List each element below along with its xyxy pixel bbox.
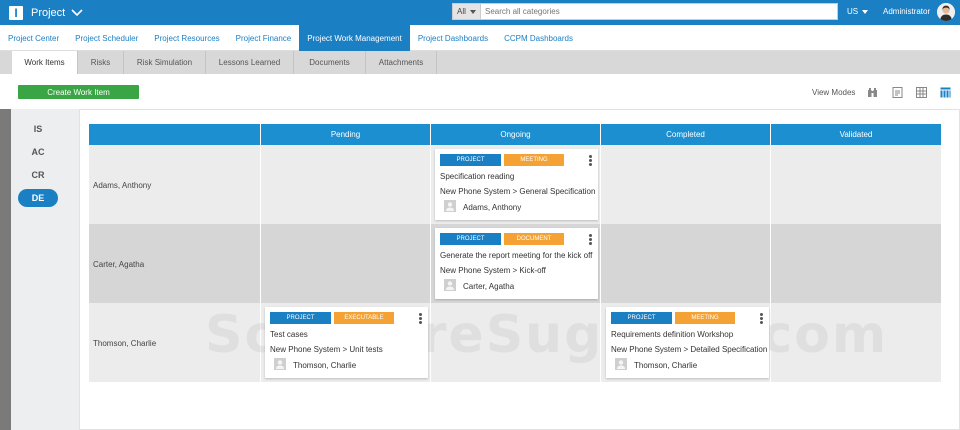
column-divider xyxy=(770,124,771,382)
grid-view-icon[interactable] xyxy=(916,87,927,98)
card-user: Thomson, Charlie xyxy=(634,361,698,370)
row-label: Carter, Agatha xyxy=(93,260,145,269)
language-label: US xyxy=(847,7,859,16)
tag-type: EXECUTABLE xyxy=(334,312,394,324)
view-modes-label: View Modes xyxy=(812,88,856,97)
user-name[interactable]: Administrator xyxy=(883,7,930,16)
tag-project: PROJECT xyxy=(270,312,331,324)
toolbar: Create Work Item View Modes xyxy=(0,74,960,109)
lane-is[interactable]: IS xyxy=(18,120,58,138)
nav-project-center[interactable]: Project Center xyxy=(0,25,67,51)
card-path: New Phone System > General Specification xyxy=(440,187,596,196)
tag-type: MEETING xyxy=(504,154,564,166)
row-label: Thomson, Charlie xyxy=(93,339,157,348)
language-select[interactable]: US xyxy=(847,7,869,16)
column-header-completed: Completed xyxy=(601,124,770,145)
user-icon xyxy=(615,358,627,370)
tag-type: DOCUMENT xyxy=(504,233,564,245)
tab-documents[interactable]: Documents xyxy=(294,51,366,74)
column-header-ongoing: Ongoing xyxy=(431,124,600,145)
column-divider xyxy=(260,124,261,382)
more-options-icon[interactable] xyxy=(419,313,422,324)
work-item-card[interactable]: PROJECT EXECUTABLE Test cases New Phone … xyxy=(265,307,428,378)
document-view-icon[interactable] xyxy=(892,87,903,98)
nav-project-work-management[interactable]: Project Work Management xyxy=(299,25,410,51)
search-bar: All xyxy=(452,3,838,20)
search-category-label: All xyxy=(457,7,466,16)
nav-ccpm-dashboards[interactable]: CCPM Dashboards xyxy=(496,25,581,51)
more-options-icon[interactable] xyxy=(589,234,592,245)
more-options-icon[interactable] xyxy=(760,313,763,324)
avatar[interactable] xyxy=(937,3,955,21)
card-title: Generate the report meeting for the kick… xyxy=(440,251,593,260)
board-row xyxy=(89,303,941,382)
card-user: Adams, Anthony xyxy=(463,203,522,212)
card-title: Requirements definition Workshop xyxy=(611,330,734,339)
user-icon xyxy=(274,358,286,370)
kanban-view-icon[interactable] xyxy=(940,87,951,98)
tag-type: MEETING xyxy=(675,312,735,324)
nav-project-finance[interactable]: Project Finance xyxy=(228,25,300,51)
card-path: New Phone System > Detailed Specificatio… xyxy=(611,345,768,354)
column-divider xyxy=(430,124,431,382)
search-category-select[interactable]: All xyxy=(452,3,480,20)
binoculars-icon[interactable] xyxy=(867,87,878,98)
chevron-down-icon[interactable] xyxy=(71,7,83,19)
user-icon xyxy=(444,200,456,212)
lane-cr[interactable]: CR xyxy=(18,166,58,184)
nav-project-dashboards[interactable]: Project Dashboards xyxy=(410,25,496,51)
tag-project: PROJECT xyxy=(440,154,501,166)
more-options-icon[interactable] xyxy=(589,155,592,166)
sub-tabs: Work Items Risks Risk Simulation Lessons… xyxy=(0,51,960,74)
tab-risk-simulation[interactable]: Risk Simulation xyxy=(124,51,206,74)
tab-work-items[interactable]: Work Items xyxy=(12,51,78,74)
card-title: Test cases xyxy=(270,330,308,339)
column-header-name xyxy=(89,124,260,145)
card-title: Specification reading xyxy=(440,172,515,181)
main-nav: Project Center Project Scheduler Project… xyxy=(0,25,960,51)
caret-down-icon xyxy=(469,9,476,14)
card-path: New Phone System > Kick-off xyxy=(440,266,546,275)
create-work-item-button[interactable]: Create Work Item xyxy=(18,85,139,99)
caret-down-icon xyxy=(862,9,869,14)
card-user: Thomson, Charlie xyxy=(293,361,357,370)
column-header-pending: Pending xyxy=(261,124,430,145)
lane-ac[interactable]: AC xyxy=(18,143,58,161)
app-logo[interactable]: I xyxy=(9,5,23,20)
column-header-validated: Validated xyxy=(771,124,941,145)
left-rail xyxy=(0,109,11,430)
column-divider xyxy=(600,124,601,382)
user-icon xyxy=(444,279,456,291)
nav-project-resources[interactable]: Project Resources xyxy=(146,25,227,51)
card-path: New Phone System > Unit tests xyxy=(270,345,383,354)
lane-de[interactable]: DE xyxy=(18,189,58,207)
search-input[interactable] xyxy=(480,3,838,20)
tab-lessons-learned[interactable]: Lessons Learned xyxy=(206,51,294,74)
work-item-card[interactable]: PROJECT MEETING Requirements definition … xyxy=(606,307,769,378)
tab-risks[interactable]: Risks xyxy=(78,51,124,74)
work-item-card[interactable]: PROJECT DOCUMENT Generate the report mee… xyxy=(435,228,598,299)
nav-project-scheduler[interactable]: Project Scheduler xyxy=(67,25,146,51)
card-user: Carter, Agatha xyxy=(463,282,515,291)
tab-attachments[interactable]: Attachments xyxy=(366,51,437,74)
app-title[interactable]: Project xyxy=(31,7,65,19)
lane-selector: IS AC CR DE xyxy=(11,109,79,430)
tag-project: PROJECT xyxy=(440,233,501,245)
work-item-card[interactable]: PROJECT MEETING Specification reading Ne… xyxy=(435,149,598,220)
tag-project: PROJECT xyxy=(611,312,672,324)
row-label: Adams, Anthony xyxy=(93,181,152,190)
